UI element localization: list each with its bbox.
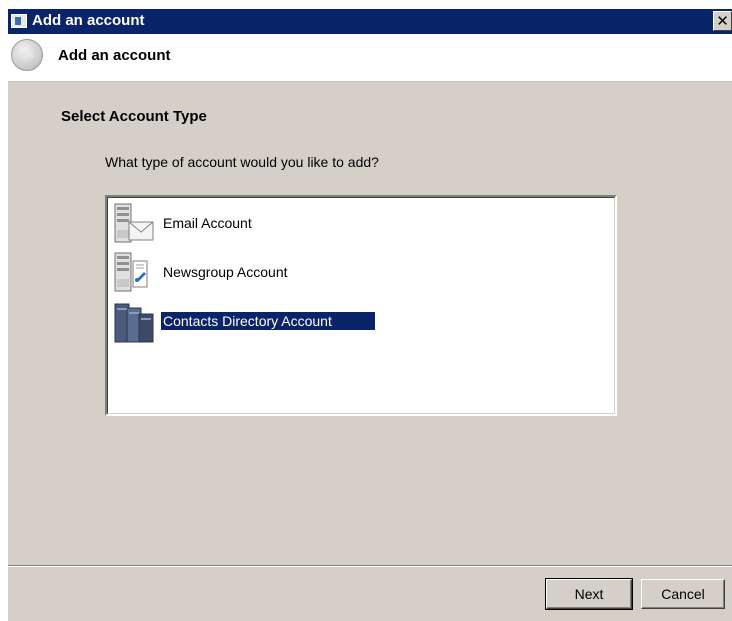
add-account-dialog: Add an account ✕ Add an account Select A…: [7, 9, 732, 621]
window-title: Add an account: [32, 12, 145, 29]
account-type-question: What type of account would you like to a…: [105, 154, 379, 170]
list-item-label: Email Account: [163, 215, 252, 231]
wizard-title: Add an account: [58, 47, 171, 64]
cancel-button[interactable]: Cancel: [641, 579, 725, 609]
footer-divider: [8, 565, 732, 567]
title-bar: Add an account ✕: [8, 9, 732, 34]
newsgroup-account-icon: [114, 252, 148, 292]
account-type-list[interactable]: Email Account Newsgroup Account Contacts…: [105, 195, 617, 416]
app-window-icon: [11, 14, 27, 28]
next-button[interactable]: Next: [545, 578, 633, 610]
back-arrow-icon[interactable]: [11, 39, 43, 71]
contacts-directory-icon: [114, 303, 154, 343]
list-item-label: Newsgroup Account: [163, 264, 288, 280]
close-button[interactable]: ✕: [713, 11, 732, 31]
section-heading: Select Account Type: [61, 108, 207, 125]
list-item-email-account[interactable]: Email Account: [113, 202, 593, 246]
wizard-header: Add an account: [8, 34, 732, 82]
list-item-newsgroup-account[interactable]: Newsgroup Account: [113, 251, 593, 295]
list-item-label: Contacts Directory Account: [160, 311, 376, 331]
list-item-contacts-directory-account[interactable]: Contacts Directory Account: [113, 300, 593, 344]
email-account-icon: [114, 203, 154, 243]
